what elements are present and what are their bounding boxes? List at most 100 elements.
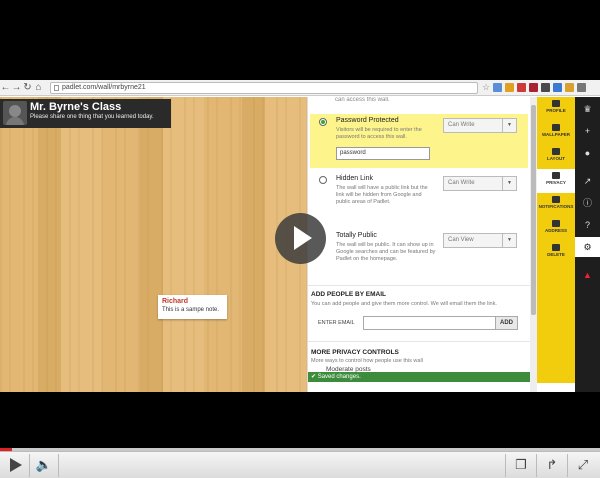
forward-arrow-icon[interactable]: → <box>11 81 22 95</box>
padlet-wall[interactable]: Mr. Byrne's Class Please share one thing… <box>0 97 307 392</box>
warning-icon[interactable]: ▲ <box>575 265 600 285</box>
video-controls: 🔈 ❐ ↱ ⤢ <box>0 451 600 478</box>
lock-icon <box>552 172 560 179</box>
extension-icon[interactable] <box>517 83 527 92</box>
plus-icon[interactable]: + <box>575 121 600 141</box>
divider <box>308 341 537 342</box>
note-author: Richard <box>162 298 189 305</box>
browser-toolbar: ← → ↻ ⌂ padlet.com/wall/mrbyrne21 ☆ <box>0 80 600 96</box>
permission-select[interactable]: Can View ▼ <box>443 233 517 248</box>
tab-label: NOTIFICATIONS <box>538 204 574 209</box>
tab-profile[interactable]: PROFILE <box>537 97 575 121</box>
tab-label: WALLPAPER <box>542 132 570 137</box>
panel-top-text: can access this wall. <box>335 97 390 103</box>
privacy-settings-panel: can access this wall. Password Protected… <box>307 97 537 392</box>
option-title: Password Protected <box>336 117 399 124</box>
caret-down-icon: ▼ <box>502 234 516 247</box>
add-email-button[interactable]: ADD <box>495 316 518 330</box>
permission-value: Can Write <box>448 180 475 186</box>
extension-icon[interactable] <box>553 83 563 92</box>
trash-icon <box>552 244 560 251</box>
wall-title: Mr. Byrne's Class <box>30 101 122 113</box>
wall-note[interactable]: Richard This is a sampe note. <box>158 295 227 319</box>
divider <box>58 454 59 477</box>
envelope-icon <box>552 196 560 203</box>
option-title: Hidden Link <box>336 175 373 182</box>
tab-delete[interactable]: DELETE <box>537 241 575 265</box>
option-title: Totally Public <box>336 232 377 239</box>
link-icon <box>552 220 560 227</box>
scrollbar-thumb[interactable] <box>531 105 536 315</box>
divider <box>308 285 537 286</box>
add-people-description: You can add people and give them more co… <box>311 301 497 307</box>
tab-notifications[interactable]: NOTIFICATIONS <box>537 193 575 217</box>
option-description: Visitors will be required to enter the p… <box>336 127 422 140</box>
vertical-scrollbar[interactable] <box>530 97 537 392</box>
crown-icon[interactable]: ♛ <box>575 99 600 119</box>
wallpaper-icon <box>552 124 560 131</box>
extension-icon[interactable] <box>541 83 551 92</box>
address-bar[interactable]: padlet.com/wall/mrbyrne21 <box>50 81 478 94</box>
reload-icon[interactable]: ↻ <box>22 81 33 95</box>
info-icon[interactable]: ⓘ <box>575 193 600 213</box>
extension-icon[interactable] <box>529 83 539 92</box>
more-privacy-description: More ways to control how people use this… <box>311 358 423 364</box>
extension-icon[interactable] <box>493 83 503 92</box>
wall-subtitle: Please share one thing that you learned … <box>30 114 154 120</box>
play-overlay-icon[interactable] <box>275 213 326 264</box>
password-input[interactable]: password <box>336 147 430 160</box>
option-description: The wall will have a public link but the… <box>336 185 428 205</box>
tab-address[interactable]: ADDRESS <box>537 217 575 241</box>
option-description: The wall will be public. It can show up … <box>336 242 436 262</box>
hidden-link-radio[interactable] <box>319 176 327 184</box>
share-icon[interactable]: ↗ <box>575 171 600 191</box>
fullscreen-icon[interactable]: ⤢ <box>572 455 594 475</box>
bookmark-star-icon[interactable]: ☆ <box>482 82 490 93</box>
settings-tab-menu: PROFILE WALLPAPER LAYOUT PRIVACY NOTIFIC… <box>537 97 575 383</box>
extension-icon[interactable] <box>565 83 575 92</box>
extension-icon[interactable] <box>505 83 515 92</box>
tab-label: DELETE <box>547 252 565 257</box>
privacy-option-hidden-link[interactable]: Hidden Link The wall will have a public … <box>310 172 528 224</box>
user-icon[interactable]: ● <box>575 143 600 163</box>
tab-privacy[interactable]: PRIVACY <box>537 169 575 193</box>
caret-down-icon: ▼ <box>502 119 516 132</box>
home-icon[interactable]: ⌂ <box>33 81 44 95</box>
tab-label: PRIVACY <box>546 180 566 185</box>
email-input[interactable] <box>363 316 496 330</box>
privacy-option-public[interactable]: Totally Public The wall will be public. … <box>310 227 528 283</box>
permission-value: Can Write <box>448 122 475 128</box>
help-icon[interactable]: ? <box>575 215 600 235</box>
email-label: ENTER EMAIL <box>318 320 355 326</box>
layout-icon <box>552 148 560 155</box>
saved-status-bar: ✔ Saved changes. <box>308 372 537 382</box>
avatar <box>3 101 27 125</box>
gear-icon[interactable]: ⚙ <box>575 237 600 257</box>
permission-value: Can View <box>448 237 474 243</box>
saved-text: Saved changes. <box>317 374 361 380</box>
divider <box>505 454 506 477</box>
padlet-sidebar: ♛ + ● ↗ ⓘ ? ⚙ ▲ <box>575 97 600 392</box>
tab-label: PROFILE <box>546 108 566 113</box>
more-privacy-heading: MORE PRIVACY CONTROLS <box>311 349 399 356</box>
tab-layout[interactable]: LAYOUT <box>537 145 575 169</box>
share-icon[interactable]: ↱ <box>541 455 563 475</box>
menu-icon[interactable] <box>577 83 587 92</box>
privacy-option-password[interactable]: Password Protected Visitors will be requ… <box>310 114 528 168</box>
add-people-heading: ADD PEOPLE BY EMAIL <box>311 291 387 298</box>
permission-select[interactable]: Can Write ▼ <box>443 176 517 191</box>
address-text: padlet.com/wall/mrbyrne21 <box>62 83 146 91</box>
tab-wallpaper[interactable]: WALLPAPER <box>537 121 575 145</box>
page-icon <box>54 84 59 91</box>
play-icon[interactable] <box>4 455 26 475</box>
tab-label: LAYOUT <box>546 156 566 161</box>
permission-select[interactable]: Can Write ▼ <box>443 118 517 133</box>
volume-icon[interactable]: 🔈 <box>33 455 55 475</box>
note-text: This is a sampe note. <box>162 307 220 313</box>
caret-down-icon: ▼ <box>502 177 516 190</box>
back-arrow-icon[interactable]: ← <box>0 81 11 95</box>
divider <box>567 454 568 477</box>
password-radio[interactable] <box>319 118 327 126</box>
wall-header[interactable]: Mr. Byrne's Class Please share one thing… <box>0 99 171 128</box>
popout-icon[interactable]: ❐ <box>510 455 532 475</box>
